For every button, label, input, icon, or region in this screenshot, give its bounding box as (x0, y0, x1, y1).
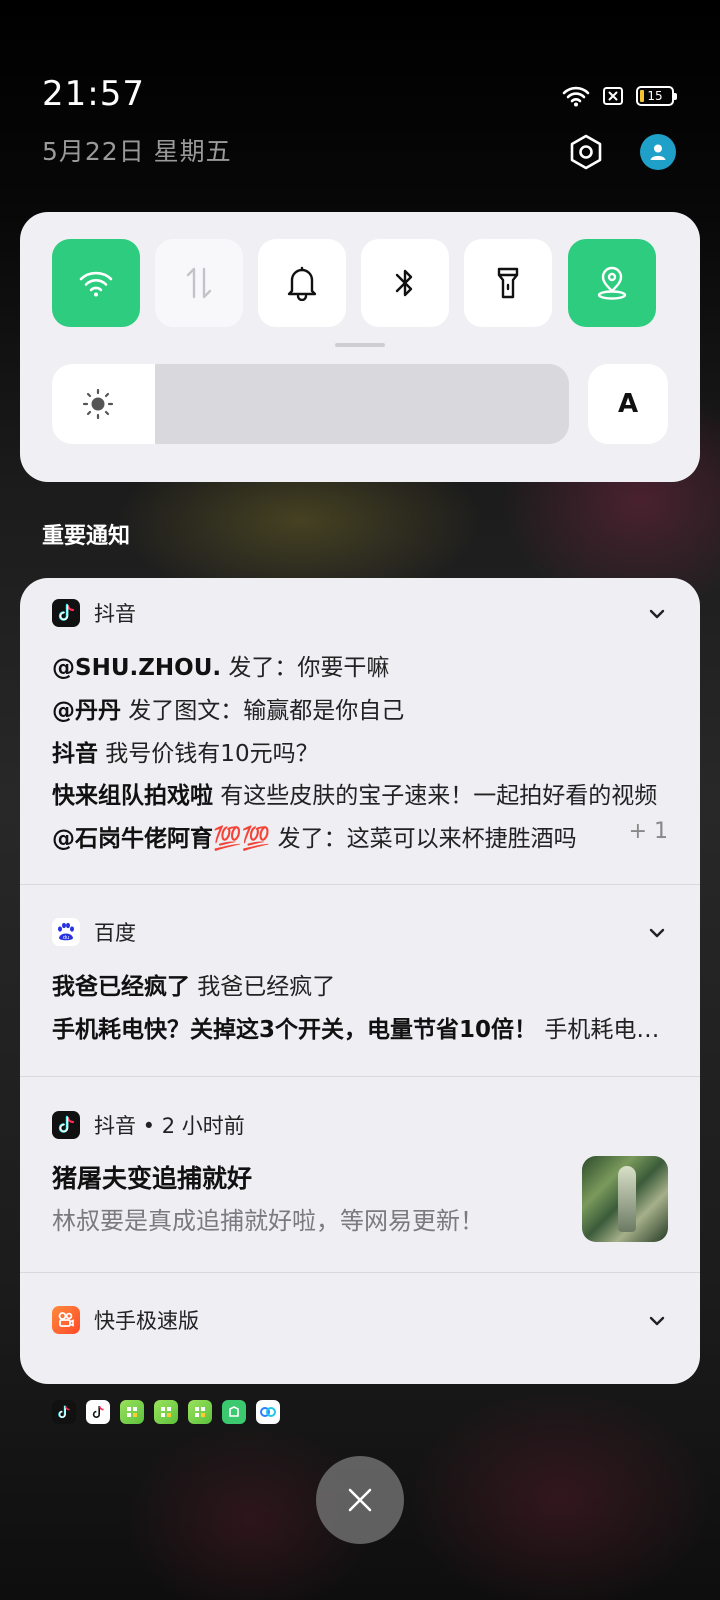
app-name: 快手极速版 (94, 1309, 199, 1333)
app-icon-green (154, 1400, 178, 1424)
section-title: 重要通知 (42, 524, 131, 549)
quick-settings-panel: A (20, 212, 700, 482)
message-line: @石岗牛佬阿育💯💯 发了：这菜可以来杯捷胜酒吗 (52, 826, 577, 852)
extra-count-badge: + 1 (628, 819, 668, 844)
app-header: 快手极速版 (52, 1306, 199, 1334)
app-meta: 抖音 • 2 小时前 (94, 1114, 245, 1138)
sun-icon (82, 388, 114, 420)
collapsed-notification-icons[interactable] (52, 1400, 280, 1424)
baidu-netdisk-icon (256, 1400, 280, 1424)
notification-title: 猪屠夫变追捕就好 (52, 1164, 253, 1193)
message-line: 手机耗电快？关掉这3个开关，电量节省10倍！ 手机耗电快？ (52, 1017, 668, 1043)
app-header: 抖音 (52, 599, 136, 627)
app-name: 百度 (94, 921, 136, 945)
baidu-notification-group[interactable]: du 百度 我爸已经疯了 我爸已经疯了 手机耗电快？关掉这3个开关，电量节省10… (20, 885, 700, 1076)
message-line: 抖音 我号价钱有10元吗？ (52, 741, 319, 767)
message-line: @丹丹 发了图文：输赢都是你自己 (52, 698, 405, 724)
app-icon-green (120, 1400, 144, 1424)
mobile-data-toggle[interactable] (155, 239, 243, 327)
douyin-lite-icon (86, 1400, 110, 1424)
notification-panel: 抖音 @SHU.ZHOU. 发了：你要干嘛 @丹丹 发了图文：输赢都是你自己 抖… (20, 578, 700, 1384)
app-icon-teal (222, 1400, 246, 1424)
wifi-signal-icon (562, 86, 590, 107)
chevron-down-icon[interactable] (646, 1310, 668, 1332)
clear-all-button[interactable] (316, 1456, 404, 1544)
app-icon-green (188, 1400, 212, 1424)
baidu-app-icon: du (52, 918, 80, 946)
auto-brightness-button[interactable]: A (588, 364, 668, 444)
settings-button[interactable] (568, 134, 604, 170)
location-icon (597, 266, 627, 300)
douyin-notification-group[interactable]: 抖音 @SHU.ZHOU. 发了：你要干嘛 @丹丹 发了图文：输赢都是你自己 抖… (20, 578, 700, 884)
bluetooth-toggle[interactable] (361, 239, 449, 327)
douyin-app-icon (52, 1111, 80, 1139)
flashlight-icon (497, 267, 519, 299)
douyin-rich-notification[interactable]: 抖音 • 2 小时前 猪屠夫变追捕就好 林叔要是真成追捕就好啦，等网易更新！ (20, 1077, 700, 1272)
message-line: 快来组队拍戏啦 有这些皮肤的宝子速来！一起拍好看的视频 (52, 783, 658, 809)
bluetooth-icon (395, 269, 413, 297)
close-icon (348, 1488, 372, 1512)
douyin-app-icon (52, 599, 80, 627)
bell-icon (287, 266, 317, 301)
no-sim-icon (603, 87, 623, 105)
chevron-down-icon[interactable] (646, 922, 668, 944)
data-arrows-icon (186, 267, 212, 299)
message-line: @SHU.ZHOU. 发了：你要干嘛 (52, 655, 390, 681)
user-account-button[interactable] (640, 134, 676, 170)
status-icons: 15 (562, 82, 677, 110)
battery-icon: 15 (636, 86, 677, 106)
sound-toggle[interactable] (258, 239, 346, 327)
chevron-down-icon[interactable] (646, 603, 668, 625)
drag-handle[interactable] (335, 343, 385, 347)
kuaishou-app-icon (52, 1306, 80, 1334)
douyin-icon (52, 1400, 76, 1424)
wifi-icon (79, 271, 113, 297)
brightness-slider[interactable] (52, 364, 569, 444)
notification-thumbnail (582, 1156, 668, 1242)
gear-icon (570, 134, 602, 170)
location-toggle[interactable] (568, 239, 656, 327)
battery-level: 15 (647, 89, 663, 103)
flashlight-toggle[interactable] (464, 239, 552, 327)
message-line: 我爸已经疯了 我爸已经疯了 (52, 974, 336, 1000)
date: 5月22日 星期五 (42, 137, 232, 166)
wifi-toggle[interactable] (52, 239, 140, 327)
notification-body: 林叔要是真成追捕就好啦，等网易更新！ (52, 1207, 484, 1235)
user-icon (650, 144, 666, 160)
app-header: 抖音 • 2 小时前 (52, 1111, 245, 1139)
app-name: 抖音 (94, 602, 136, 626)
app-header: du 百度 (52, 918, 136, 946)
clock: 21:57 (42, 74, 145, 114)
svg-text:du: du (63, 935, 69, 941)
kuaishou-notification-group[interactable]: 快手极速版 (20, 1273, 700, 1384)
